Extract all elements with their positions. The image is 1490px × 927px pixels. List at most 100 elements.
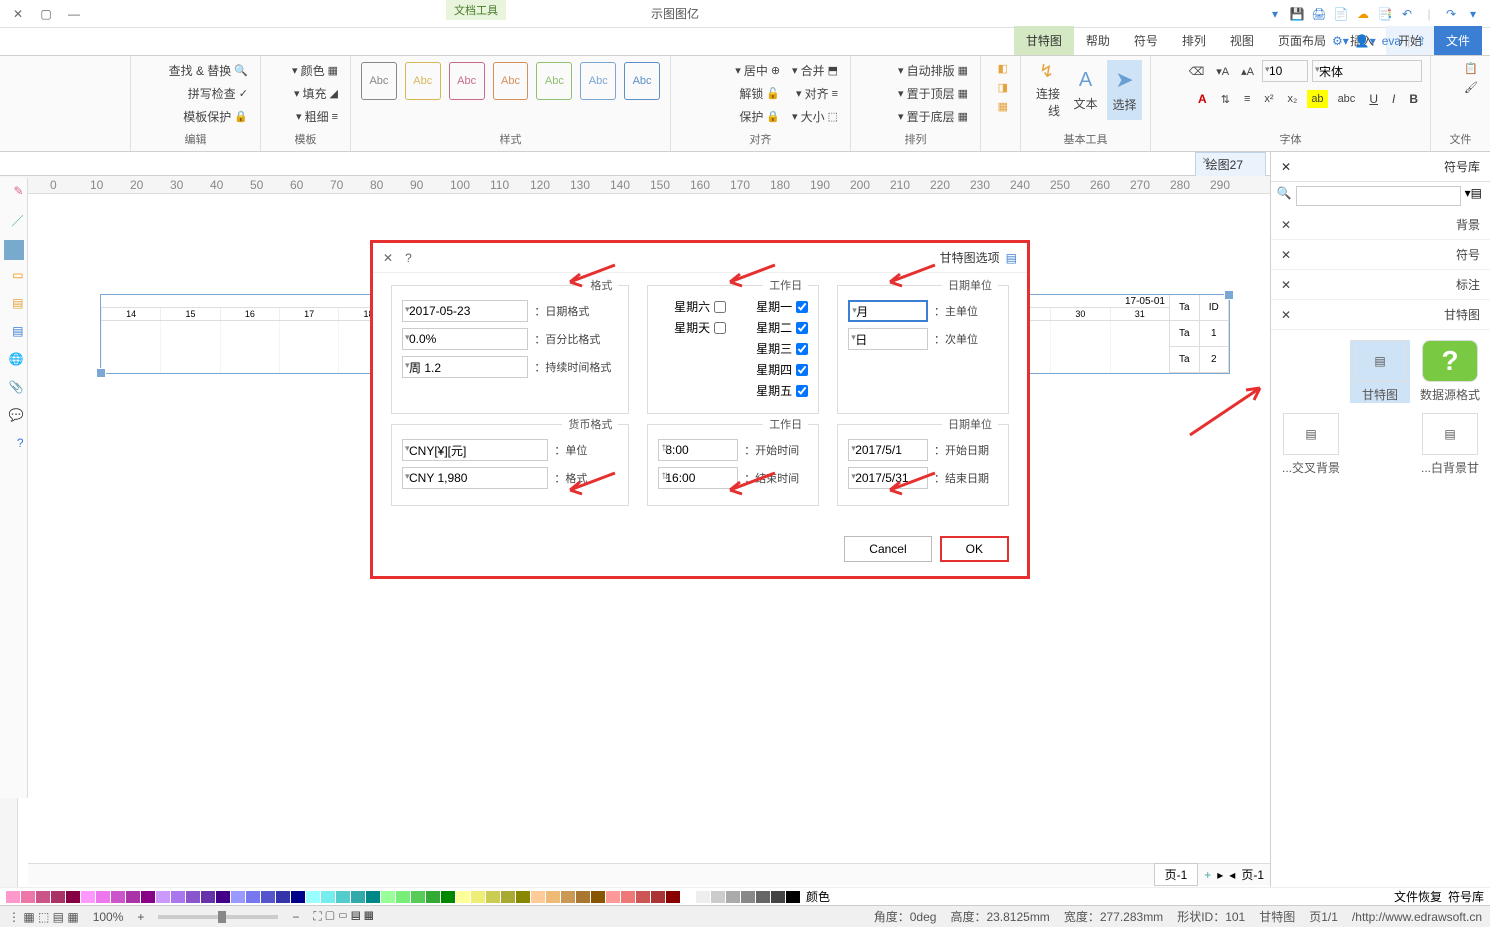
tab-gantt[interactable]: 甘特图 — [1014, 26, 1074, 55]
thumb-alt[interactable]: ▤交叉背景... — [1281, 413, 1341, 476]
cur-unit-input[interactable]: CNY[¥][元]▾ — [402, 439, 548, 461]
strike-icon[interactable]: abc — [1334, 90, 1360, 108]
font-size[interactable]: 10▾ — [1262, 60, 1308, 82]
sp-item-bg[interactable]: 背景✕ — [1271, 210, 1490, 240]
underline-icon[interactable]: U — [1365, 90, 1382, 108]
view-mode-icons[interactable]: ▦ ▤ ▭ ▢ ⛶ — [313, 909, 373, 924]
help-dropdown[interactable]: ▾ — [1266, 5, 1284, 23]
lt-doc-icon[interactable]: ▤ — [4, 296, 24, 316]
style-4[interactable]: Abc — [493, 62, 529, 100]
sub-icon[interactable]: x₂ — [1284, 90, 1302, 108]
arr-3-icon[interactable]: ▦ — [994, 98, 1012, 115]
thumb-gantt[interactable]: ▤甘特图 — [1350, 340, 1410, 403]
chk-tue[interactable]: 星期二 — [756, 319, 808, 336]
page-add-icon[interactable]: + — [1204, 868, 1211, 882]
chk-sun[interactable]: 星期天 — [674, 319, 726, 336]
cloud-icon[interactable]: ☁ — [1354, 5, 1372, 23]
auto-layout[interactable]: ▦ 自动排版 ▾ — [894, 60, 972, 81]
tmpl-protect[interactable]: 🔒 模板保护 — [165, 106, 252, 127]
tmpl-color[interactable]: ▦ 颜色 ▾ — [288, 60, 342, 81]
lt-rect-icon[interactable] — [4, 240, 24, 260]
chk-wed[interactable]: 星期三 — [756, 340, 808, 357]
qb-share-icon[interactable]: ⇪ — [1416, 34, 1426, 48]
chk-fri[interactable]: 星期五 — [756, 382, 808, 399]
style-7[interactable]: Abc — [361, 62, 397, 100]
sp-item-anno[interactable]: 标注✕ — [1271, 270, 1490, 300]
tool-select[interactable]: ➤选择 — [1107, 60, 1142, 120]
fmt-pct-input[interactable]: 0.0%▾ — [402, 328, 528, 350]
print-icon[interactable]: 🖨 — [1310, 5, 1328, 23]
tmpl-weight[interactable]: ≡ 粗细 ▾ — [288, 106, 342, 127]
lt-line-icon[interactable]: ／ — [4, 212, 24, 232]
color-swatches[interactable] — [6, 891, 800, 903]
style-1[interactable]: Abc — [624, 62, 660, 100]
italic-icon[interactable]: I — [1388, 90, 1399, 108]
window-minimize[interactable]: — — [64, 5, 84, 23]
cur-fmt-input[interactable]: CNY 1,980▾ — [402, 467, 548, 489]
start-time-input[interactable]: 8:00⇅ — [658, 439, 738, 461]
status-extra-icons[interactable]: ▦ ▤ ⬚ ▦ ⋮ — [8, 910, 79, 924]
protect-btn[interactable]: 🔒 保护 — [731, 106, 784, 127]
page-tab-1[interactable]: 页-1 — [1154, 863, 1199, 886]
chk-sat[interactable]: 星期六 — [674, 298, 726, 315]
undo-icon[interactable]: ↶ — [1398, 5, 1416, 23]
redo-icon[interactable]: ↷ — [1442, 5, 1460, 23]
tab-view[interactable]: 视图 — [1218, 26, 1266, 55]
find-replace[interactable]: 🔍 查找 & 替换 — [165, 60, 252, 81]
align-btn[interactable]: ≡ 对齐 ▾ — [788, 83, 842, 104]
ok-button[interactable]: OK — [940, 536, 1009, 562]
sp-menu-icon[interactable]: ▤▾ — [1465, 186, 1482, 206]
zoom-slider[interactable] — [158, 915, 278, 919]
spellcheck[interactable]: ✓ 拼写检查 — [165, 83, 252, 104]
qb-gear-icon[interactable]: ⚙▾ — [1332, 34, 1349, 48]
font-name[interactable]: 宋体▾ — [1312, 60, 1422, 82]
style-3[interactable]: Abc — [536, 62, 572, 100]
linespace-icon[interactable]: ⇅ — [1217, 90, 1234, 108]
paste-icon[interactable]: 📋 — [1460, 60, 1482, 77]
sup-icon[interactable]: x² — [1260, 90, 1277, 108]
bullet-icon[interactable]: ≡ — [1240, 90, 1254, 108]
qb-user-icon[interactable]: 👤▾ — [1355, 34, 1376, 48]
send-back[interactable]: ▦ 置于底层 ▾ — [894, 106, 972, 127]
colorbar-recover[interactable]: 文件恢复 — [1394, 888, 1442, 905]
doc-tab-close-icon[interactable]: ✕ — [1202, 156, 1210, 167]
dlg-help-icon[interactable]: ? — [405, 251, 412, 265]
export-icon[interactable]: 📄 — [1332, 5, 1350, 23]
lt-help-icon[interactable]: ? — [4, 436, 24, 456]
window-maximize[interactable]: ▢ — [36, 5, 56, 23]
arr-2-icon[interactable]: ◨ — [994, 79, 1012, 96]
tab-arrange[interactable]: 排列 — [1170, 26, 1218, 55]
thumb-blank[interactable]: ▤白背景甘... — [1420, 413, 1480, 476]
highlight-icon[interactable]: ab — [1307, 90, 1327, 108]
size-btn[interactable]: ⬚ 大小 ▾ — [788, 106, 842, 127]
lt-note-icon[interactable]: ▭ — [4, 268, 24, 288]
fmt-dur-input[interactable]: 1.2 周▾ — [402, 356, 528, 378]
sidepanel-close-icon[interactable]: ✕ — [1281, 160, 1291, 174]
cancel-button[interactable]: Cancel — [844, 536, 931, 562]
font-shrink-icon[interactable]: A▾ — [1212, 60, 1233, 82]
sp-item-symbol[interactable]: 符号✕ — [1271, 240, 1490, 270]
bold-icon[interactable]: B — [1405, 90, 1422, 108]
lt-chat-icon[interactable]: 💬 — [4, 408, 24, 428]
sp-item-gantt[interactable]: 甘特图✕ — [1271, 300, 1490, 330]
fontcolor-icon[interactable]: A — [1194, 90, 1211, 108]
page-next-icon[interactable]: ▸ — [1217, 868, 1223, 882]
doc-tab[interactable]: 绘图27✕ — [1195, 152, 1266, 176]
tmpl-fill[interactable]: ◢ 填充 ▾ — [288, 83, 342, 104]
colorbar-lib[interactable]: 符号库 — [1448, 888, 1484, 905]
chk-thu[interactable]: 星期四 — [756, 361, 808, 378]
window-close[interactable]: ✕ — [8, 5, 28, 23]
start-date-input[interactable]: 2017/5/1▾ — [848, 439, 928, 461]
style-6[interactable]: Abc — [405, 62, 441, 100]
tool-connector[interactable]: ↯连接线 — [1029, 60, 1064, 120]
font-clear-icon[interactable]: ⌫ — [1185, 60, 1209, 82]
zoom-in-icon[interactable]: + — [137, 910, 144, 924]
style-5[interactable]: Abc — [449, 62, 485, 100]
major-unit-input[interactable]: 月▾ — [848, 300, 928, 322]
arr-1-icon[interactable]: ◧ — [994, 60, 1012, 77]
tab-help[interactable]: 帮助 — [1074, 26, 1122, 55]
zoom-out-icon[interactable]: − — [292, 910, 299, 924]
page-prev-icon[interactable]: ◂ — [1229, 868, 1235, 882]
font-grow-icon[interactable]: A▴ — [1237, 60, 1258, 82]
more-icon[interactable]: ▾ — [1464, 5, 1482, 23]
